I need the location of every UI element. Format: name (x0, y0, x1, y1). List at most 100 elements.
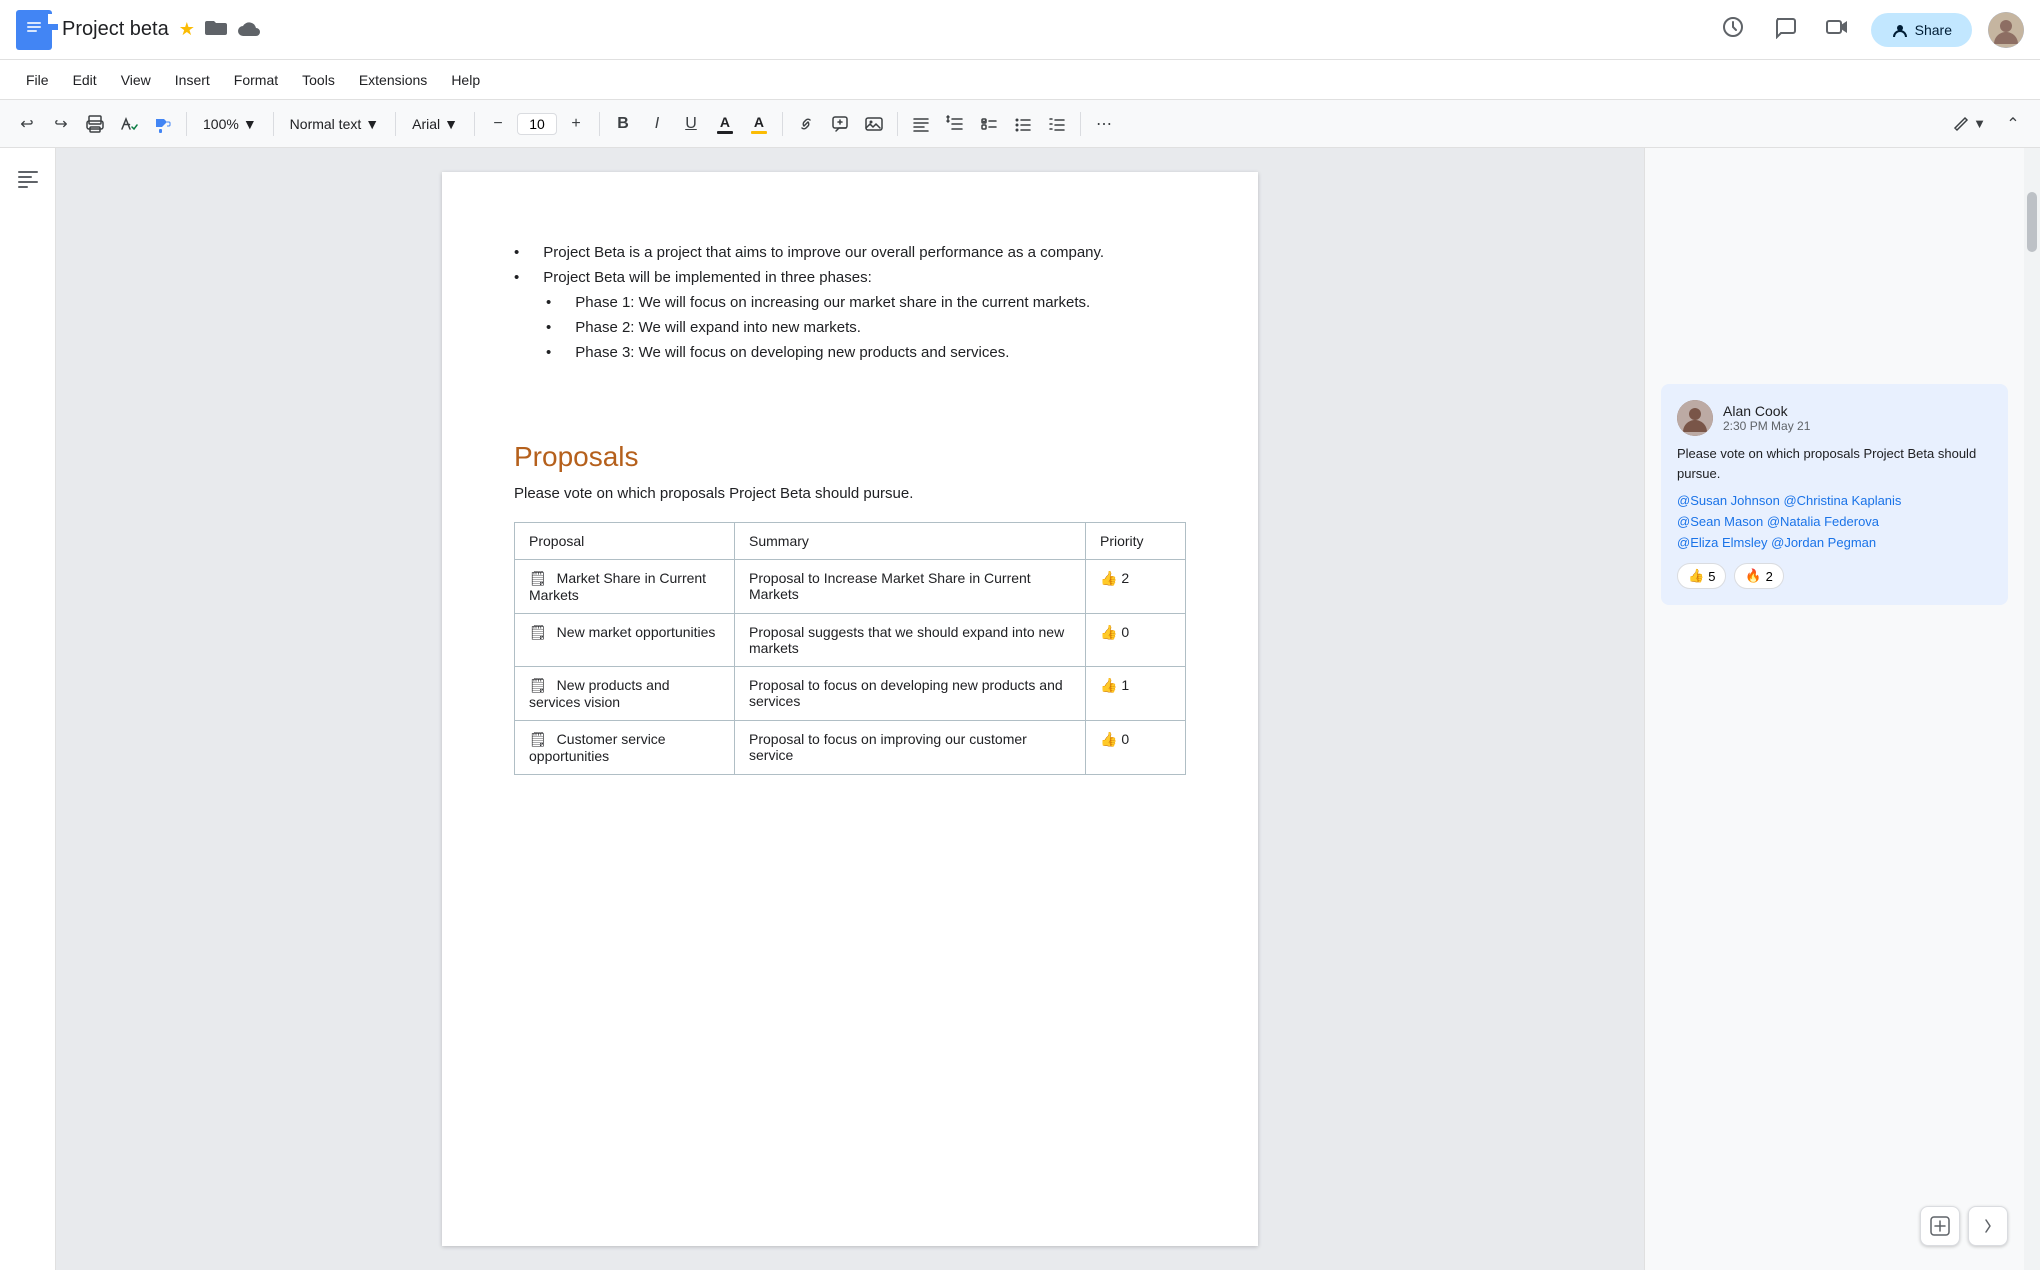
comment-author-name: Alan Cook (1723, 403, 1810, 419)
proposal-name-4: Customer service opportunities (529, 731, 666, 764)
share-button[interactable]: Share (1871, 13, 1972, 47)
bold-button[interactable]: B (608, 109, 638, 139)
spellcheck-button[interactable] (114, 109, 144, 139)
editing-mode-button[interactable]: ▼ (1945, 109, 1994, 139)
mention-eliza[interactable]: @Eliza Elmsley (1677, 535, 1768, 550)
priority-cell-2: 👍 0 (1086, 614, 1186, 667)
mention-susan[interactable]: @Susan Johnson (1677, 493, 1780, 508)
zoom-control[interactable]: 100% ▼ (195, 112, 265, 136)
print-button[interactable] (80, 109, 110, 139)
outline-icon[interactable] (11, 164, 45, 202)
user-avatar[interactable] (1988, 12, 2024, 48)
reaction-fire[interactable]: 🔥 2 (1734, 563, 1783, 589)
share-label: Share (1915, 22, 1952, 38)
line-spacing-button[interactable] (940, 109, 970, 139)
title-bar-right: Share (1715, 9, 2024, 51)
underline-button[interactable]: U (676, 109, 706, 139)
summary-cell-3: Proposal to focus on developing new prod… (735, 667, 1086, 721)
table-header-proposal: Proposal (515, 523, 735, 560)
comment-body-text: Please vote on which proposals Project B… (1677, 444, 1992, 483)
mention-natalia[interactable]: @Natalia Federova (1767, 514, 1879, 529)
mention-sean[interactable]: @Sean Mason (1677, 514, 1763, 529)
table-row: 🗒 New market opportunities Proposal sugg… (515, 614, 1186, 667)
comment-icon[interactable] (1767, 9, 1803, 51)
menu-file[interactable]: File (16, 68, 59, 92)
menu-edit[interactable]: Edit (63, 68, 107, 92)
decrease-font-button[interactable]: − (483, 109, 513, 139)
document-title: Project beta (62, 18, 169, 41)
divider-2 (273, 112, 274, 136)
insert-comment-button[interactable] (825, 109, 855, 139)
collapse-toolbar-button[interactable]: ⌃ (1998, 109, 2028, 139)
proposal-cell-2: 🗒 New market opportunities (515, 614, 735, 667)
proposal-icon-4: 🗒 (529, 731, 547, 747)
proposal-icon-1: 🗒 (529, 570, 547, 586)
link-button[interactable] (791, 109, 821, 139)
summary-cell-4: Proposal to focus on improving our custo… (735, 721, 1086, 775)
star-icon[interactable]: ★ (179, 19, 195, 40)
divider-4 (474, 112, 475, 136)
increase-font-button[interactable]: + (561, 109, 591, 139)
font-dropdown-icon: ▼ (444, 116, 458, 132)
proposals-intro: Please vote on which proposals Project B… (514, 485, 1186, 502)
proposal-name-2: New market opportunities (557, 624, 716, 640)
document-page: Project Beta is a project that aims to i… (442, 172, 1258, 1246)
menu-insert[interactable]: Insert (165, 68, 220, 92)
menu-format[interactable]: Format (224, 68, 288, 92)
divider-8 (1080, 112, 1081, 136)
bullet-text-3: Phase 1: We will focus on increasing our… (575, 294, 1090, 311)
add-page-fab[interactable] (1920, 1206, 1960, 1246)
comment-panel: Alan Cook 2:30 PM May 21 Please vote on … (1644, 148, 2024, 1270)
text-color-button[interactable]: A (710, 109, 740, 139)
mention-jordan[interactable]: @Jordan Pegman (1771, 535, 1876, 550)
mention-christina[interactable]: @Christina Kaplanis (1783, 493, 1901, 508)
proposal-cell-3: 🗒 New products and services vision (515, 667, 735, 721)
proposal-icon-2: 🗒 (529, 624, 547, 640)
divider-3 (395, 112, 396, 136)
font-label: Arial (412, 116, 440, 132)
redo-button[interactable]: ↪ (46, 109, 76, 139)
font-selector[interactable]: Arial ▼ (404, 112, 466, 136)
comment-mentions: @Susan Johnson @Christina Kaplanis @Sean… (1677, 491, 1992, 553)
scrollbar-panel (2024, 148, 2040, 1270)
folder-icon[interactable] (205, 18, 227, 41)
scroll-thumb[interactable] (2027, 192, 2037, 252)
divider-5 (599, 112, 600, 136)
video-icon[interactable] (1819, 9, 1855, 51)
cloud-icon[interactable] (237, 18, 261, 41)
menu-help[interactable]: Help (441, 68, 490, 92)
text-color-indicator: A (717, 114, 733, 134)
numbered-list-button[interactable] (1042, 109, 1072, 139)
summary-cell-2: Proposal suggests that we should expand … (735, 614, 1086, 667)
comment-card: Alan Cook 2:30 PM May 21 Please vote on … (1661, 384, 2008, 605)
menu-view[interactable]: View (111, 68, 161, 92)
proposal-cell-1: 🗒 Market Share in Current Markets (515, 560, 735, 614)
undo-button[interactable]: ↩ (12, 109, 42, 139)
insert-image-button[interactable] (859, 109, 889, 139)
align-button[interactable] (906, 109, 936, 139)
reaction-fire-count: 2 (1766, 569, 1773, 584)
history-icon[interactable] (1715, 9, 1751, 51)
table-row: 🗒 Customer service opportunities Proposa… (515, 721, 1186, 775)
text-style-dropdown-icon: ▼ (365, 116, 379, 132)
expand-fab[interactable] (1968, 1206, 2008, 1246)
comment-avatar (1677, 400, 1713, 436)
reaction-thumbsup[interactable]: 👍 5 (1677, 563, 1726, 589)
summary-cell-1: Proposal to Increase Market Share in Cur… (735, 560, 1086, 614)
proposal-icon-3: 🗒 (529, 677, 547, 693)
document-area[interactable]: Project Beta is a project that aims to i… (56, 148, 1644, 1270)
divider-6 (782, 112, 783, 136)
menu-tools[interactable]: Tools (292, 68, 345, 92)
font-size-input[interactable] (517, 113, 557, 135)
menu-extensions[interactable]: Extensions (349, 68, 437, 92)
italic-button[interactable]: I (642, 109, 672, 139)
text-style-selector[interactable]: Normal text ▼ (282, 112, 387, 136)
bullet-list-button[interactable] (1008, 109, 1038, 139)
bullet-item-1: Project Beta is a project that aims to i… (514, 244, 1186, 261)
comment-timestamp: 2:30 PM May 21 (1723, 419, 1810, 433)
more-options-button[interactable]: ⋯ (1089, 109, 1119, 139)
highlight-button[interactable]: A (744, 109, 774, 139)
checklist-button[interactable] (974, 109, 1004, 139)
bottom-right-actions (1920, 1206, 2008, 1246)
paint-format-button[interactable] (148, 109, 178, 139)
